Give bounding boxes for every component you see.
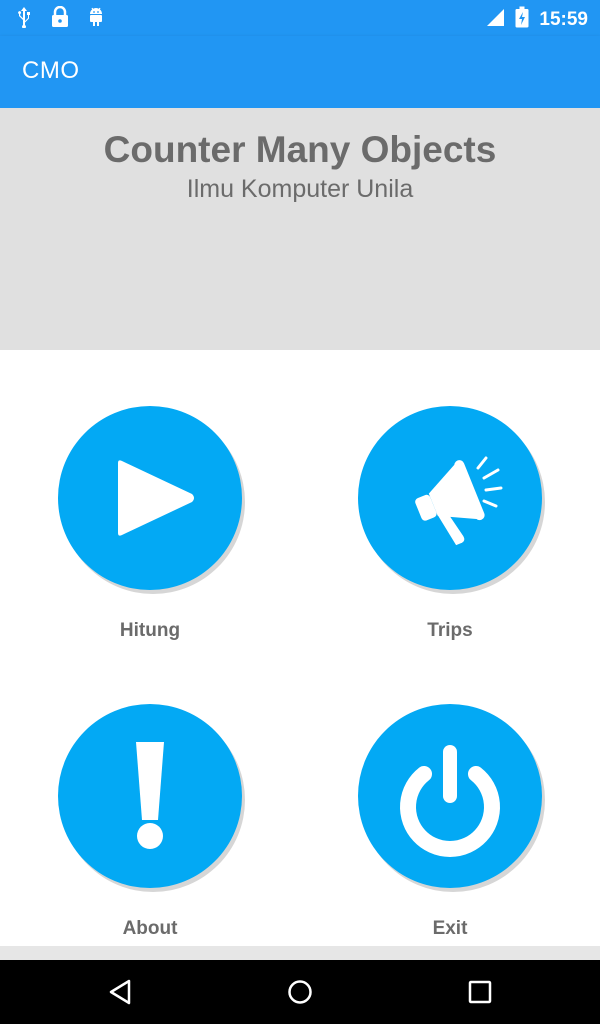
about-button[interactable]: About	[50, 704, 250, 940]
play-icon	[118, 460, 194, 536]
exclamation-icon	[136, 742, 164, 849]
hitung-circle[interactable]	[58, 406, 242, 590]
about-label: About	[122, 918, 178, 939]
recents-icon[interactable]	[466, 978, 494, 1006]
power-icon	[400, 745, 500, 857]
hitung-button[interactable]: Hitung	[50, 406, 250, 642]
hitung-label: Hitung	[119, 620, 181, 641]
home-icon[interactable]	[286, 978, 314, 1006]
app-bar: CMO	[0, 36, 600, 108]
megaphone-icon	[415, 456, 503, 546]
trips-button[interactable]: Trips	[350, 406, 550, 642]
trips-circle[interactable]	[358, 406, 542, 590]
android-icon	[86, 6, 106, 33]
bottom-divider	[0, 946, 600, 960]
header-banner: Counter Many Objects Ilmu Komputer Unila	[0, 108, 600, 350]
exit-circle[interactable]	[358, 704, 542, 888]
signal-icon	[485, 7, 505, 32]
page-subtitle: Ilmu Komputer Unila	[186, 175, 414, 203]
back-icon[interactable]	[107, 978, 135, 1006]
trips-label: Trips	[427, 620, 473, 641]
exit-label: Exit	[432, 918, 468, 939]
status-bar: 15:59	[0, 0, 600, 36]
app-title: CMO	[22, 57, 80, 84]
usb-icon	[14, 6, 34, 33]
battery-charging-icon	[515, 6, 529, 33]
exit-button[interactable]: Exit	[350, 704, 550, 940]
clock: 15:59	[539, 8, 588, 30]
page-title: Counter Many Objects	[103, 129, 497, 170]
lock-icon	[50, 5, 70, 33]
navigation-bar	[0, 960, 600, 1024]
about-circle[interactable]	[58, 704, 242, 888]
